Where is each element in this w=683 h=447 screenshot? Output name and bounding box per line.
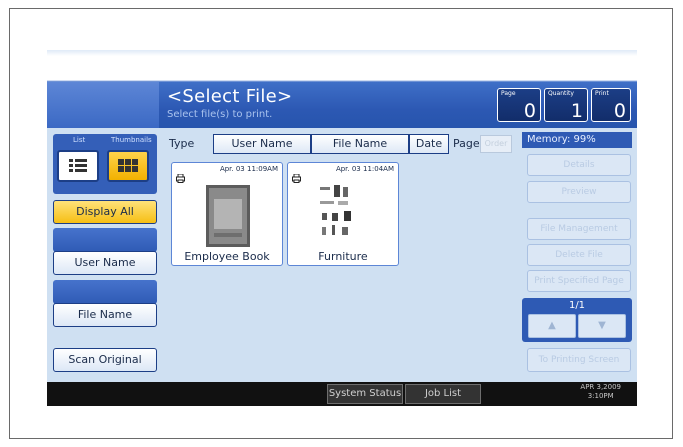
printer-icon	[176, 174, 185, 183]
tab-thumbnails-label: Thumbnails	[111, 136, 152, 144]
list-icon	[69, 159, 87, 172]
system-status-button[interactable]: System Status	[327, 384, 403, 404]
page-up-button[interactable]: ▲	[528, 314, 576, 338]
file-name-filter-header	[53, 280, 157, 304]
document-preview-image	[316, 183, 368, 249]
clock-time: 3:10PM	[587, 392, 614, 400]
details-button[interactable]: Details	[527, 154, 631, 176]
file-management-button[interactable]: File Management	[527, 218, 631, 240]
order-button[interactable]: Order	[480, 135, 512, 153]
print-counter: Print 0	[591, 88, 631, 122]
to-printing-screen-button[interactable]: To Printing Screen	[527, 348, 631, 372]
arrow-up-icon: ▲	[548, 320, 556, 331]
status-bar: System Status Job List APR 3,2009 3:10PM	[47, 382, 637, 406]
sort-file-name-button[interactable]: File Name	[311, 134, 409, 154]
print-specified-page-button[interactable]: Print Specified Page	[527, 270, 631, 292]
file-name-button[interactable]: File Name	[53, 303, 157, 327]
print-counter-label: Print	[595, 90, 609, 97]
clock-display: APR 3,2009 3:10PM	[580, 383, 621, 401]
page-counter-value: 0	[523, 100, 536, 122]
quantity-counter: Quantity 1	[544, 88, 588, 122]
page-down-button[interactable]: ▼	[578, 314, 626, 338]
print-counter-value: 0	[613, 100, 626, 122]
user-name-filter-header	[53, 228, 157, 252]
header-left-block	[47, 82, 159, 128]
thumbnail-view-button[interactable]	[107, 150, 149, 182]
screen-subtitle: Select file(s) to print.	[167, 109, 273, 120]
printer-icon	[292, 174, 301, 183]
page-counter: Page 0	[497, 88, 541, 122]
delete-file-button[interactable]: Delete File	[527, 244, 631, 266]
user-name-button[interactable]: User Name	[53, 251, 157, 275]
file-thumbnail-employee-book[interactable]: Apr. 03 11:09AM Employee Book	[171, 162, 283, 266]
list-view-button[interactable]	[57, 150, 99, 182]
tab-list-label: List	[73, 136, 86, 144]
arrow-down-icon: ▼	[598, 320, 606, 331]
file-thumbnail-furniture[interactable]: Apr. 03 11:04AM Furniture	[287, 162, 399, 266]
quantity-counter-label: Quantity	[548, 90, 574, 97]
file-name: Furniture	[318, 250, 368, 263]
thumbnail-grid-icon	[118, 159, 138, 172]
memory-indicator: Memory: 99%	[522, 132, 632, 148]
file-date: Apr. 03 11:09AM	[219, 165, 278, 173]
file-name: Employee Book	[184, 250, 270, 263]
file-date: Apr. 03 11:04AM	[335, 165, 394, 173]
screen-title: <Select File>	[167, 86, 293, 107]
page-indicator: 1/1	[568, 300, 586, 311]
clock-date: APR 3,2009	[580, 383, 621, 391]
document-preview-image	[206, 185, 250, 247]
type-column-label: Type	[169, 137, 195, 150]
scan-original-button[interactable]: Scan Original	[53, 348, 157, 372]
display-all-button[interactable]: Display All	[53, 200, 157, 224]
page-counter-label: Page	[501, 90, 516, 97]
sort-user-name-button[interactable]: User Name	[213, 134, 311, 154]
sort-date-button[interactable]: Date	[409, 134, 449, 154]
job-list-button[interactable]: Job List	[405, 384, 481, 404]
page-column-label: Page	[453, 137, 480, 150]
page-navigator: 1/1 ▲ ▼	[522, 298, 632, 342]
control-panel-screen: <Select File> Select file(s) to print. P…	[47, 50, 637, 406]
quantity-counter-value: 1	[570, 100, 583, 122]
preview-button[interactable]: Preview	[527, 181, 631, 203]
